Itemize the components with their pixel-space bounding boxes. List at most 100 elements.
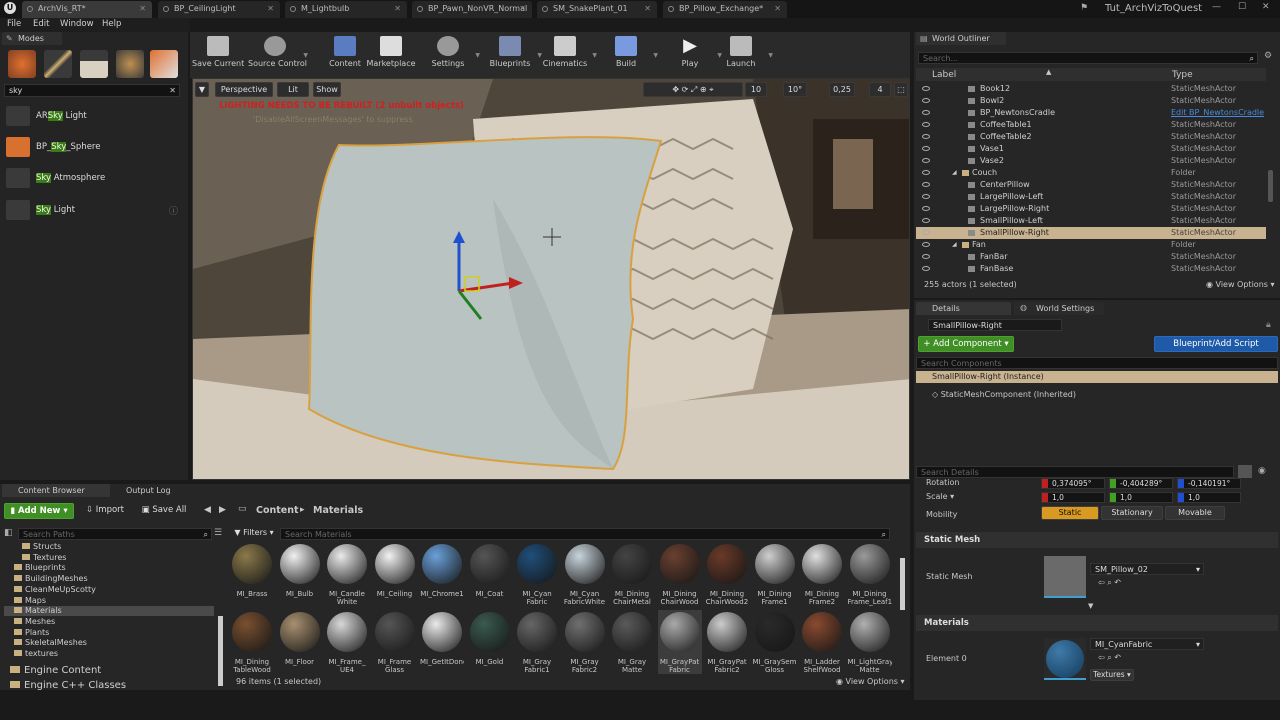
asset-tile[interactable]: MI_Dining TableWood (230, 610, 274, 674)
visibility-eye-icon[interactable] (922, 206, 930, 211)
asset-tile[interactable]: MI_GraySemi Gloss (753, 610, 797, 674)
material-dropdown[interactable]: MI_CyanFabric ▾ (1090, 638, 1204, 650)
folder-tree-item[interactable]: Engine C++ Classes (4, 681, 126, 691)
visibility-eye-icon[interactable] (922, 110, 930, 115)
asset-tile[interactable]: MI_Chrome1 (420, 542, 464, 606)
mobility-static-button[interactable]: Static (1041, 506, 1099, 520)
tab-pawn[interactable]: BP_Pawn_NonVR_Normal ✕ (412, 1, 532, 18)
tab-pillow-exchange[interactable]: BP_Pillow_Exchange* ✕ (663, 1, 787, 18)
visibility-eye-icon[interactable] (922, 86, 930, 91)
folder-tree-item[interactable]: SkeletalMeshes (4, 638, 214, 648)
asset-tile[interactable]: MI_GetItDone (420, 610, 464, 674)
outliner-folder-row[interactable]: ◢ Fan Folder (916, 239, 1266, 251)
folder-tree-item[interactable]: Materials (4, 606, 214, 617)
rotation-z-input[interactable]: -0,140191° (1177, 478, 1241, 489)
import-button[interactable]: ⇩ Import (80, 503, 130, 519)
folder-tree-item[interactable]: Plants (4, 628, 214, 638)
visibility-eye-icon[interactable] (922, 182, 930, 187)
list-view-icon[interactable]: ☰ (214, 528, 222, 538)
paint-mode-icon[interactable] (44, 50, 72, 78)
search-details-input[interactable]: Search Details (916, 466, 1234, 478)
outliner-actor-row[interactable]: Bowl2 StaticMeshActor (916, 95, 1266, 107)
visibility-eye-icon[interactable] (922, 230, 930, 235)
browse-arrow-icon[interactable]: ⇦ ⌕ ↶ (1098, 578, 1121, 588)
expand-arrow-icon[interactable]: ◢ (952, 167, 957, 179)
tab-archvis[interactable]: ArchVis_RT* ✕ (22, 1, 152, 18)
asset-tile[interactable]: MI_Bulb (278, 542, 322, 606)
minimize-button[interactable]: — (1212, 2, 1221, 12)
asset-tile[interactable]: MI_Gray Fabric1 (515, 610, 559, 674)
material-thumbnail[interactable] (1044, 638, 1086, 680)
search-materials-input[interactable]: Search Materials ⌕ (280, 528, 890, 540)
asset-tile[interactable]: MI_Dining Frame1 (753, 542, 797, 606)
list-item[interactable]: BP_Sky_Sphere (6, 133, 182, 161)
details-tab[interactable]: Details (916, 302, 1011, 315)
folder-tree-item[interactable]: Textures (4, 553, 214, 563)
menu-file[interactable]: File (7, 18, 21, 31)
browse-arrow-icon[interactable]: ⇦ ⌕ ↶ (1098, 653, 1121, 663)
settings-button[interactable]: Settings ▼ (422, 34, 480, 76)
camera-speed-button[interactable]: 4 (869, 82, 891, 97)
clear-search-icon[interactable]: ✕ (169, 85, 176, 96)
content-button[interactable]: Content (320, 34, 370, 76)
search-components-input[interactable]: Search Components (916, 357, 1278, 369)
scale-x-input[interactable]: 1,0 (1041, 492, 1105, 503)
output-log-tab[interactable]: Output Log (110, 484, 180, 497)
blueprint-add-script-button[interactable]: Blueprint/Add Script (1154, 336, 1278, 352)
asset-tile[interactable]: MI_Gray Fabric2 (563, 610, 607, 674)
search-paths-input[interactable]: Search Paths ⌕ (18, 528, 212, 540)
add-component-button[interactable]: + Add Component ▾ (918, 336, 1014, 352)
geometry-mode-icon[interactable] (150, 50, 178, 78)
instance-row[interactable]: SmallPillow-Right (Instance) (916, 371, 1278, 383)
perspective-button[interactable]: Perspective (215, 82, 273, 97)
filters-button[interactable]: ▼ Filters ▾ (234, 527, 274, 540)
landscape-mode-icon[interactable] (80, 50, 108, 78)
unreal-logo-icon[interactable]: U (4, 2, 16, 14)
edit-blueprint-link[interactable]: Edit BP_NewtonsCradle (1171, 107, 1264, 119)
modes-search-input[interactable]: sky ✕ (4, 84, 180, 97)
visibility-eye-icon[interactable] (922, 134, 930, 139)
property-matrix-icon[interactable] (1238, 465, 1252, 478)
folder-tree-item[interactable]: textures (4, 649, 214, 659)
visibility-eye-icon[interactable] (922, 242, 930, 247)
expand-icon[interactable]: ▼ (1088, 602, 1093, 610)
back-arrow-icon[interactable]: ◀ (204, 505, 211, 515)
static-mesh-thumbnail[interactable] (1044, 556, 1086, 598)
folder-tree-item[interactable]: BuildingMeshes (4, 574, 214, 584)
close-icon[interactable]: ✕ (774, 1, 781, 17)
lock-icon[interactable]: 🔒︎ (1266, 320, 1271, 330)
outliner-actor-row[interactable]: CoffeeTable1 StaticMeshActor (916, 119, 1266, 131)
outliner-actor-row[interactable]: Book12 StaticMeshActor (916, 83, 1266, 95)
outliner-actor-row[interactable]: FanBase StaticMeshActor (916, 263, 1266, 275)
outliner-actor-row[interactable]: Vase1 StaticMeshActor (916, 143, 1266, 155)
asset-tile[interactable]: MI_GrayPat Fabric (657, 610, 702, 674)
rotation-snap-button[interactable]: 10° (783, 82, 807, 97)
mobility-stationary-button[interactable]: Stationary (1101, 506, 1163, 520)
label-column-header[interactable]: Label (932, 70, 956, 80)
maximize-button[interactable]: ☐ (1238, 2, 1246, 12)
outliner-view-options[interactable]: ◉ View Options ▾ (1206, 280, 1275, 289)
asset-tile[interactable]: MI_Dining ChairMetal (610, 542, 654, 606)
folder-tree-item[interactable]: Blueprints (4, 563, 214, 573)
close-icon[interactable]: ✕ (519, 1, 526, 17)
outliner-actor-row[interactable]: CoffeeTable2 StaticMeshActor (916, 131, 1266, 143)
sources-toggle-icon[interactable]: ◧ (4, 528, 13, 538)
visibility-icon[interactable]: ◉ (1258, 466, 1266, 476)
asset-tile[interactable]: MI_Ceiling (373, 542, 417, 606)
tab-snakeplant[interactable]: SM_SnakePlant_01 ✕ (537, 1, 657, 18)
asset-view-options[interactable]: ◉ View Options ▾ (836, 677, 905, 686)
visibility-eye-icon[interactable] (922, 194, 930, 199)
asset-tile[interactable]: MI_Dining ChairWood2 (705, 542, 749, 606)
asset-tile[interactable]: MI_Dining Frame_Leaf1 (848, 542, 892, 606)
asset-scrollbar[interactable] (900, 558, 905, 610)
outliner-actor-row[interactable]: BP_NewtonsCradle Edit BP_NewtonsCradle (916, 107, 1266, 119)
scale-z-input[interactable]: 1,0 (1177, 492, 1241, 503)
viewport-options-button[interactable]: ▼ (195, 82, 209, 97)
outliner-scrollbar[interactable] (1268, 170, 1273, 202)
forward-arrow-icon[interactable]: ▶ (219, 505, 226, 515)
rotation-y-input[interactable]: -0,404289° (1109, 478, 1173, 489)
asset-tile[interactable]: MI_Candle White (325, 542, 369, 606)
menu-help[interactable]: Help (102, 18, 121, 31)
info-icon[interactable]: ⓘ (169, 204, 178, 217)
tab-ceilinglight[interactable]: BP_CeilingLight ✕ (158, 1, 280, 18)
